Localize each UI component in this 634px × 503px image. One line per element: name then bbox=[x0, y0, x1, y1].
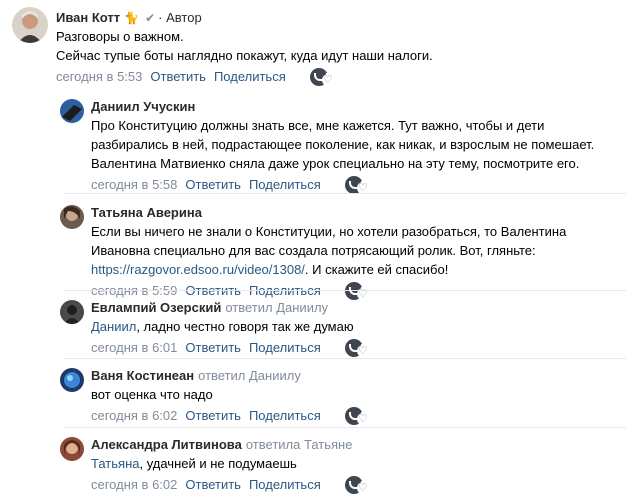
avatar[interactable] bbox=[12, 7, 48, 43]
reply-comment: Даниил Учускин Про Конституцию должны зн… bbox=[0, 93, 634, 194]
avatar-image bbox=[60, 368, 84, 392]
avatar-image bbox=[60, 300, 84, 324]
comment-time[interactable]: сегодня в 6:02 bbox=[91, 474, 177, 496]
share-button[interactable]: Поделиться bbox=[249, 337, 321, 359]
paw-icon: 🐈 bbox=[124, 11, 140, 25]
avatar[interactable] bbox=[60, 300, 84, 324]
reaction-icon[interactable]: ♡ bbox=[344, 339, 371, 357]
author-badge: · Автор bbox=[158, 10, 202, 25]
comment-text: , ладно честно говоря так же думаю bbox=[136, 319, 354, 334]
comment-link[interactable]: https://razgovor.edsoo.ru/video/1308/ bbox=[91, 262, 305, 277]
avatar-image bbox=[60, 437, 84, 461]
avatar[interactable] bbox=[60, 437, 84, 461]
reply-comment: Ваня Костинеан ответил Даниилу вот оценка… bbox=[0, 364, 634, 428]
replied-to[interactable]: ответила Татьяне bbox=[246, 437, 353, 452]
verified-icon: ✔ bbox=[145, 11, 156, 25]
replied-to[interactable]: ответил Даниилу bbox=[198, 368, 301, 383]
mention-link[interactable]: Даниил bbox=[91, 319, 136, 334]
reaction-icon[interactable]: ♡ bbox=[309, 68, 336, 86]
comment-text-line: разбирались в ней, подрастающее поколени… bbox=[91, 137, 595, 152]
comment-time[interactable]: сегодня в 6:01 bbox=[91, 337, 177, 359]
replied-to[interactable]: ответил Даниилу bbox=[225, 300, 328, 315]
comment-time[interactable]: сегодня в 5:53 bbox=[56, 66, 142, 88]
comment-text-line: Ивановна специально для вас создала потр… bbox=[91, 243, 536, 258]
reply-comment: Евлампий Озерский ответил Даниилу Даниил,… bbox=[0, 296, 634, 360]
share-button[interactable]: Поделиться bbox=[249, 474, 321, 496]
author-name[interactable]: Евлампий Озерский bbox=[91, 300, 221, 315]
divider bbox=[64, 193, 626, 194]
reply-button[interactable]: Ответить bbox=[185, 337, 241, 359]
reaction-icon[interactable]: ♡ bbox=[344, 476, 371, 494]
author-name[interactable]: Иван Котт bbox=[56, 10, 120, 25]
comment-text: , удачней и не подумаешь bbox=[139, 456, 297, 471]
reaction-icon[interactable]: ♡ bbox=[344, 407, 371, 425]
avatar-image bbox=[60, 205, 84, 229]
comment-text-line: Валентина Матвиенко сняла даже урок спец… bbox=[91, 156, 580, 171]
comment-text-line: Сейчас тупые боты наглядно покажут, куда… bbox=[56, 48, 433, 63]
mention-link[interactable]: Татьяна bbox=[91, 456, 139, 471]
root-comment: Иван Котт 🐈 ✔ · Автор Разговоры о важном. С… bbox=[0, 0, 634, 90]
divider bbox=[64, 290, 626, 291]
divider bbox=[64, 358, 626, 359]
comment-text-line: Если вы ничего не знали о Конституции, н… bbox=[91, 224, 567, 239]
author-name[interactable]: Даниил Учускин bbox=[91, 99, 195, 114]
avatar[interactable] bbox=[60, 99, 84, 123]
reaction-icon[interactable]: ♡ bbox=[344, 176, 371, 194]
comment-text-after-link: . И скажите ей спасибо! bbox=[304, 262, 449, 277]
reply-button[interactable]: Ответить bbox=[150, 66, 206, 88]
reply-button[interactable]: Ответить bbox=[185, 474, 241, 496]
share-button[interactable]: Поделиться bbox=[214, 66, 286, 88]
reply-comment: Александра Литвинова ответила Татьяне Тат… bbox=[0, 433, 634, 501]
author-name[interactable]: Татьяна Аверина bbox=[91, 205, 202, 220]
avatar[interactable] bbox=[60, 205, 84, 229]
avatar-image bbox=[12, 7, 48, 43]
reply-button[interactable]: Ответить bbox=[185, 405, 241, 427]
comment-text: вот оценка что надо bbox=[91, 387, 213, 402]
divider bbox=[64, 427, 626, 428]
author-name[interactable]: Ваня Костинеан bbox=[91, 368, 194, 383]
comment-time[interactable]: сегодня в 6:02 bbox=[91, 405, 177, 427]
reply-comment: Татьяна Аверина Если вы ничего не знали … bbox=[0, 199, 634, 300]
share-button[interactable]: Поделиться bbox=[249, 405, 321, 427]
avatar-image bbox=[60, 99, 84, 123]
comment-text-line: Про Конституцию должны знать все, мне ка… bbox=[91, 118, 545, 133]
avatar[interactable] bbox=[60, 368, 84, 392]
comment-text-line: Разговоры о важном. bbox=[56, 29, 184, 44]
author-name[interactable]: Александра Литвинова bbox=[91, 437, 242, 452]
